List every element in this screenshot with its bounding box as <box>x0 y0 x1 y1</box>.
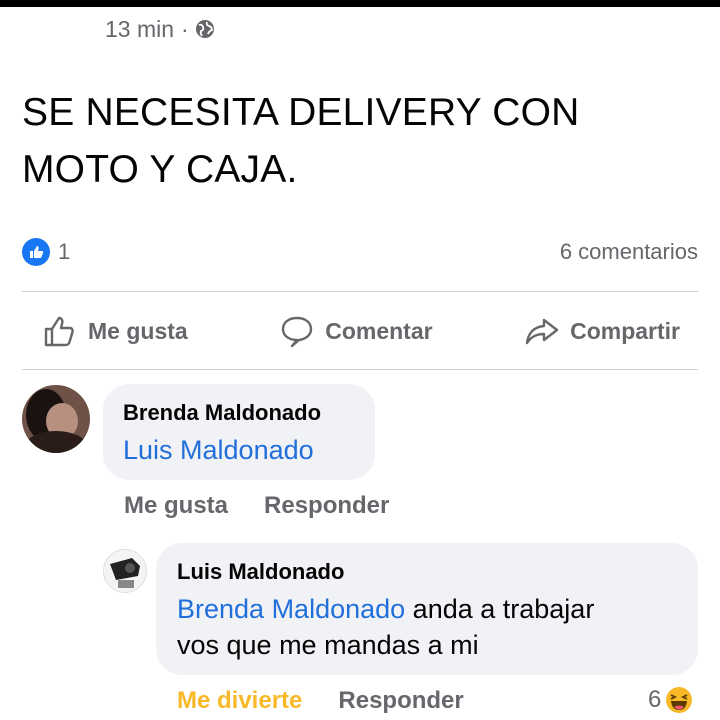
post-meta: 13 min · <box>105 14 215 44</box>
comment-actions: Me divierte Responder <box>177 687 464 715</box>
like-reaction-icon <box>22 238 50 266</box>
divider <box>22 291 698 292</box>
comment-reply-button[interactable]: Responder <box>338 687 463 715</box>
haha-emoji-icon <box>666 687 693 713</box>
comment-author[interactable]: Luis Maldonado <box>177 559 344 585</box>
comment-mention[interactable]: Luis Maldonado <box>123 432 314 468</box>
share-button[interactable]: Compartir <box>524 313 680 349</box>
share-icon <box>525 318 559 345</box>
comment-bubble: Brenda Maldonado Luis Maldonado <box>103 384 375 480</box>
like-summary[interactable]: 1 <box>22 238 70 266</box>
avatar[interactable] <box>22 385 90 453</box>
like-count: 1 <box>58 239 71 264</box>
like-label: Me gusta <box>88 317 188 344</box>
comment-actions: Me gusta Responder <box>124 492 389 520</box>
post-time[interactable]: 13 min <box>105 16 174 43</box>
thumbs-up-icon <box>44 316 74 347</box>
share-label: Compartir <box>570 317 680 344</box>
comment-text-line2: vos que me mandas a mi <box>177 630 479 660</box>
comment-author[interactable]: Brenda Maldonado <box>123 400 321 426</box>
comment-mention[interactable]: Brenda Maldonado <box>177 594 405 624</box>
like-button[interactable]: Me gusta <box>42 313 188 349</box>
comment-count[interactable]: 6 comentarios <box>560 239 698 265</box>
globe-icon <box>195 20 214 38</box>
comment-label: Comentar <box>325 317 433 344</box>
comment-icon <box>282 316 313 348</box>
post-actions: Me gusta Comentar Compartir <box>22 302 698 360</box>
comment-reply-button[interactable]: Responder <box>264 492 389 520</box>
comment-react-button[interactable]: Me divierte <box>177 687 302 715</box>
divider <box>22 369 698 370</box>
comment-text: Brenda Maldonado anda a trabajar vos que… <box>177 591 677 663</box>
separator: · <box>181 15 189 42</box>
reaction-count: 6 <box>648 686 662 713</box>
comment-text-line1: anda a trabajar <box>405 594 595 624</box>
status-bar <box>0 0 720 7</box>
comment-like-button[interactable]: Me gusta <box>124 492 228 520</box>
post-text: SE NECESITA DELIVERY CON MOTO Y CAJA. <box>22 91 580 191</box>
reactions-summary: 1 6 comentarios <box>22 236 698 268</box>
avatar[interactable] <box>103 549 147 593</box>
comment-bubble: Luis Maldonado Brenda Maldonado anda a t… <box>156 543 698 675</box>
comment-reaction-summary[interactable]: 6 <box>648 686 693 714</box>
comment-button[interactable]: Comentar <box>279 313 433 349</box>
